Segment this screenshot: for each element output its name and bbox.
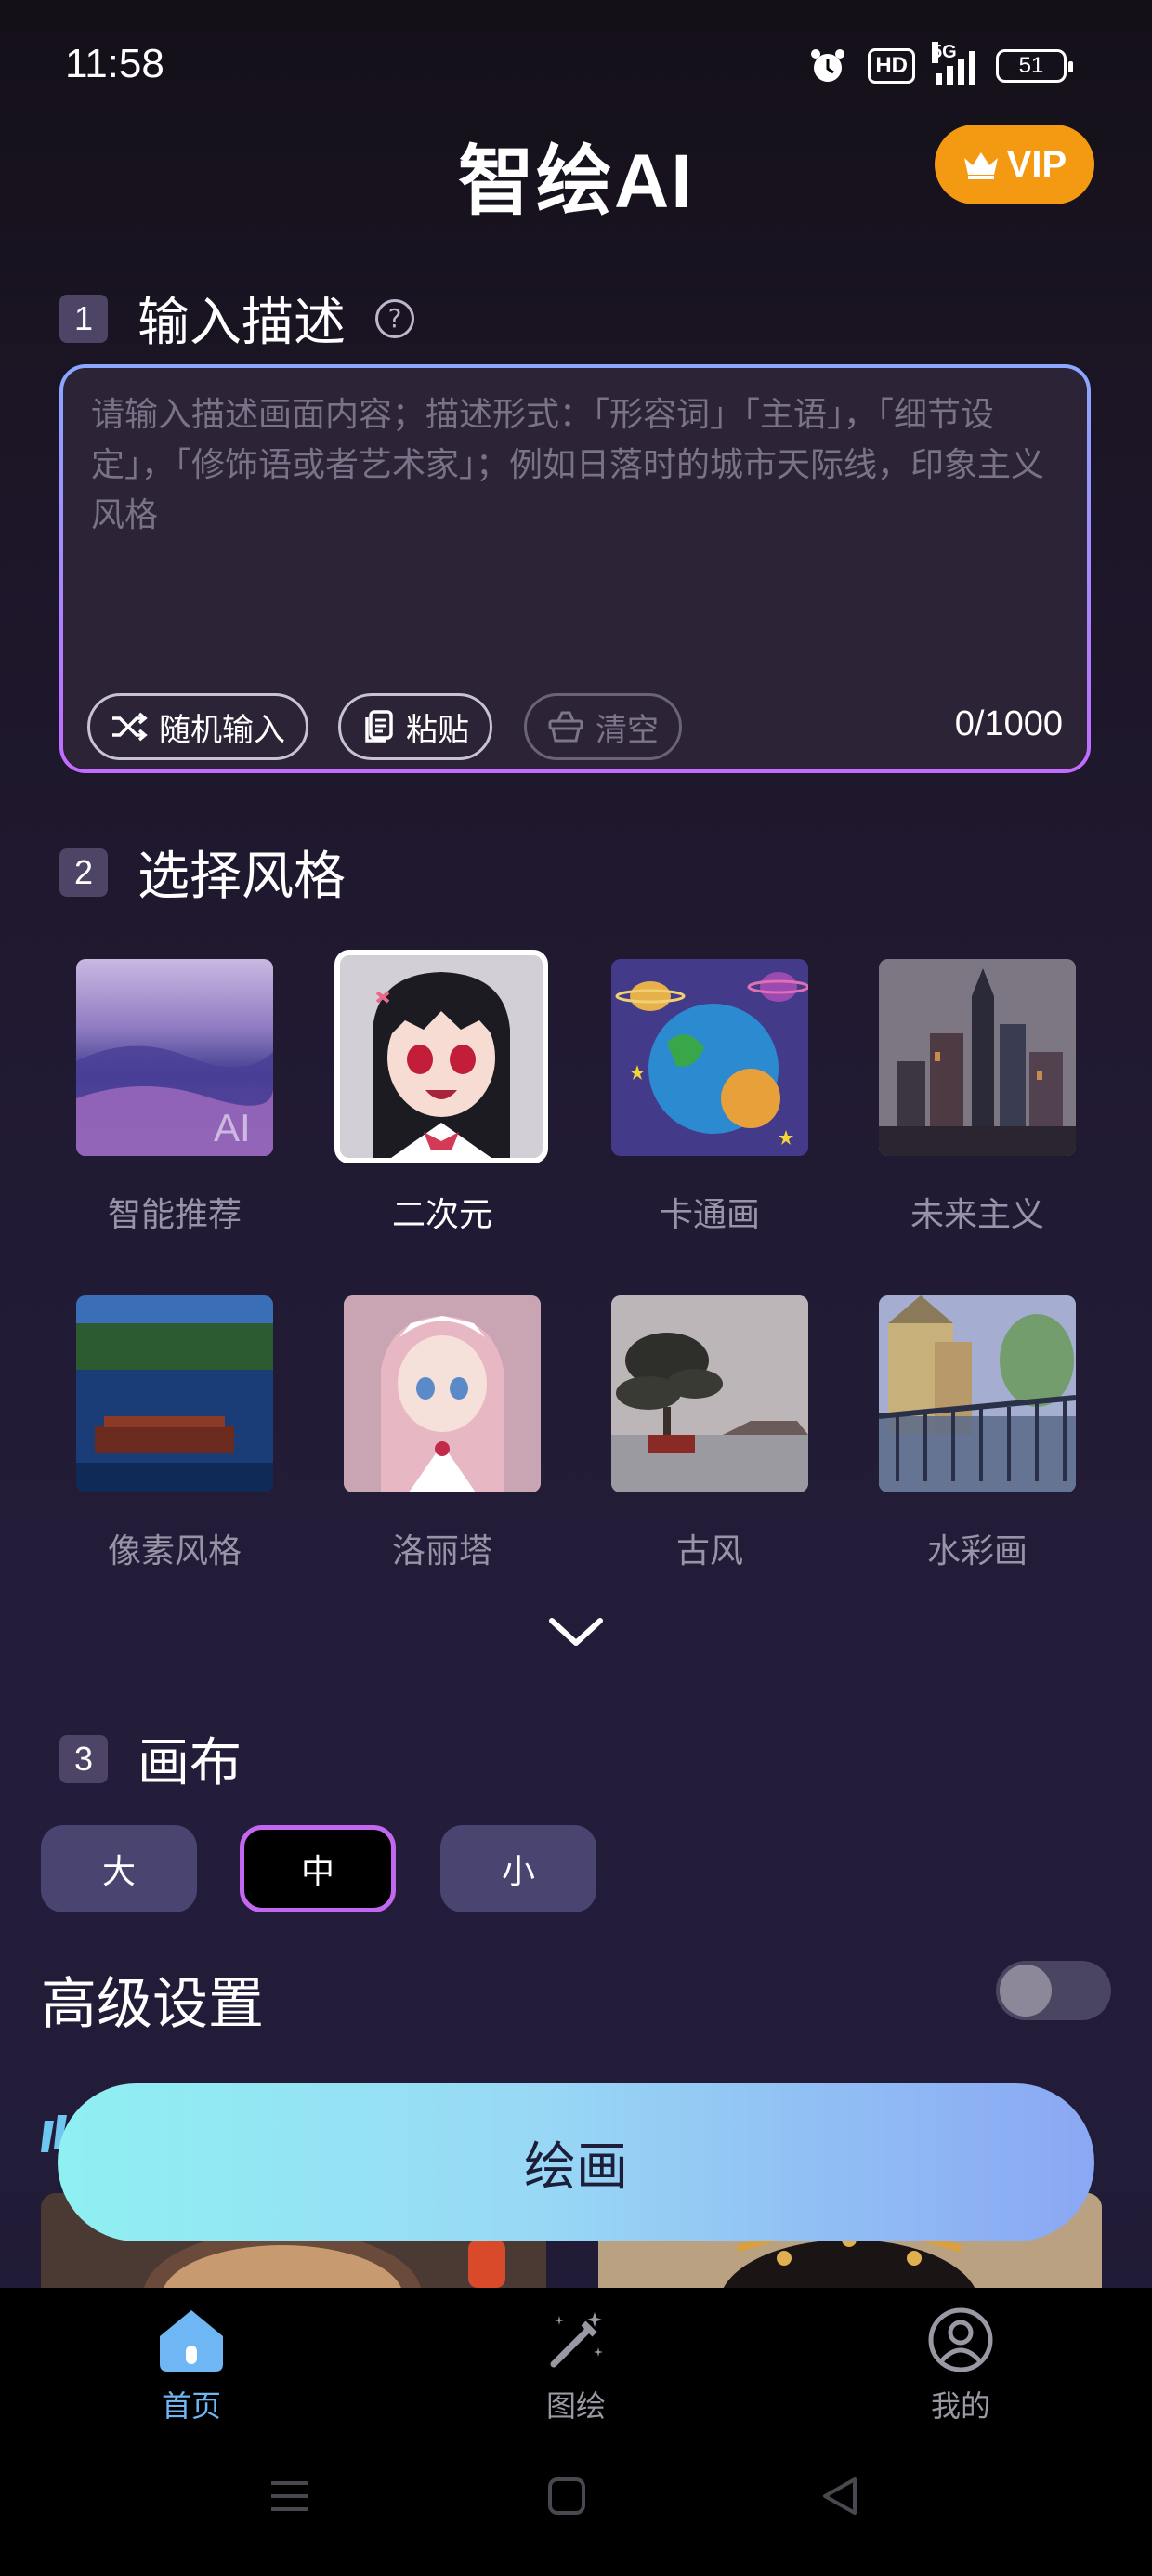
style-label: 水彩画 [926,1532,1028,1571]
style-tile-futurism[interactable] [879,959,1076,1156]
hd-icon: HD [868,48,915,84]
alarm-icon [811,49,845,82]
paste-button[interactable]: 粘贴 [338,693,492,760]
style-thumb-anime [340,955,543,1158]
style-tile-ancient[interactable] [611,1295,808,1492]
paste-icon [365,710,393,743]
section-number: 3 [59,1734,108,1783]
shuffle-icon [112,712,148,742]
clear-button[interactable]: 清空 [524,693,682,760]
style-thumb-watercolor [879,1295,1076,1492]
canvas-size-small[interactable]: 小 [440,1825,596,1912]
style-tile-lolita[interactable] [344,1295,541,1492]
style-label: 二次元 [391,1196,492,1234]
home-icon [160,2310,223,2372]
style-label: 古风 [675,1532,743,1571]
style-thumb-cartoon [611,959,808,1156]
section-number: 1 [59,294,108,343]
user-circle-icon [928,2307,993,2372]
battery-icon: 51 [996,49,1073,83]
clear-basket-icon [548,711,583,743]
section-title: 输入描述 [137,293,346,353]
section-title: 选择风格 [137,847,346,907]
style-thumb-lolita [344,1295,541,1492]
draw-button[interactable]: 绘画 [58,2083,1094,2241]
nav-item-home[interactable]: 首页 [98,2307,284,2425]
toggle-knob [1000,1965,1052,2017]
style-tile-anime[interactable] [334,950,548,1163]
question-circle-icon[interactable]: ? [375,298,414,338]
advanced-settings-title: 高级设置 [41,1972,264,2037]
random-input-button[interactable]: 随机输入 [87,693,308,760]
section2-header: 2 选择风格 [59,835,346,910]
nav-item-draw[interactable]: 图绘 [483,2307,669,2425]
bottom-nav: 首页 图绘 我的 [0,2288,1152,2576]
canvas-size-large[interactable]: 大 [41,1825,197,1912]
style-label: 未来主义 [910,1196,1044,1234]
prompt-input[interactable]: 请输入描述画面内容；描述形式：「形容词」「主语」，「细节设定」，「修饰语或者艺术… [59,364,1091,773]
prompt-placeholder[interactable]: 请输入描述画面内容；描述形式：「形容词」「主语」，「细节设定」，「修饰语或者艺术… [91,390,1059,541]
canvas-size-medium[interactable]: 中 [240,1825,396,1912]
section3-header: 3 画布 [59,1721,242,1796]
crown-icon [963,152,998,179]
style-label: 卡通画 [659,1196,760,1234]
chevron-down-icon[interactable] [546,1613,606,1650]
style-thumb-futurism [879,959,1076,1156]
vip-button[interactable]: VIP [935,125,1094,204]
status-time: 11:58 [65,41,164,86]
advanced-settings-toggle[interactable] [996,1961,1111,2020]
section-number: 2 [59,848,108,897]
nav-item-mine[interactable]: 我的 [868,2307,1054,2425]
style-thumb-ancient [611,1295,808,1492]
style-thumb-pixel [76,1295,273,1492]
signal-icon: 5G [932,42,975,85]
style-label: 洛丽塔 [391,1532,492,1571]
section-title: 画布 [137,1733,242,1794]
style-tile-cartoon[interactable] [611,959,808,1156]
style-tile-pixel[interactable] [76,1295,273,1492]
char-counter: 0/1000 [954,704,1063,743]
style-tile-watercolor[interactable] [879,1295,1076,1492]
ai-badge: AI [214,1106,251,1150]
back-icon[interactable] [818,2474,862,2518]
style-label: 像素风格 [107,1532,242,1571]
status-icons: HD 5G 51 [808,42,1073,85]
vip-label: VIP [1006,143,1067,185]
section1-header: 1 输入描述 ? [59,281,414,356]
style-label: 智能推荐 [107,1196,242,1234]
menu-icon[interactable] [268,2474,312,2518]
style-tile-smart[interactable]: AI [76,959,273,1156]
home-square-icon[interactable] [544,2474,589,2518]
magic-wand-icon [550,2312,603,2368]
style-thumb-smart: AI [76,1045,273,1156]
